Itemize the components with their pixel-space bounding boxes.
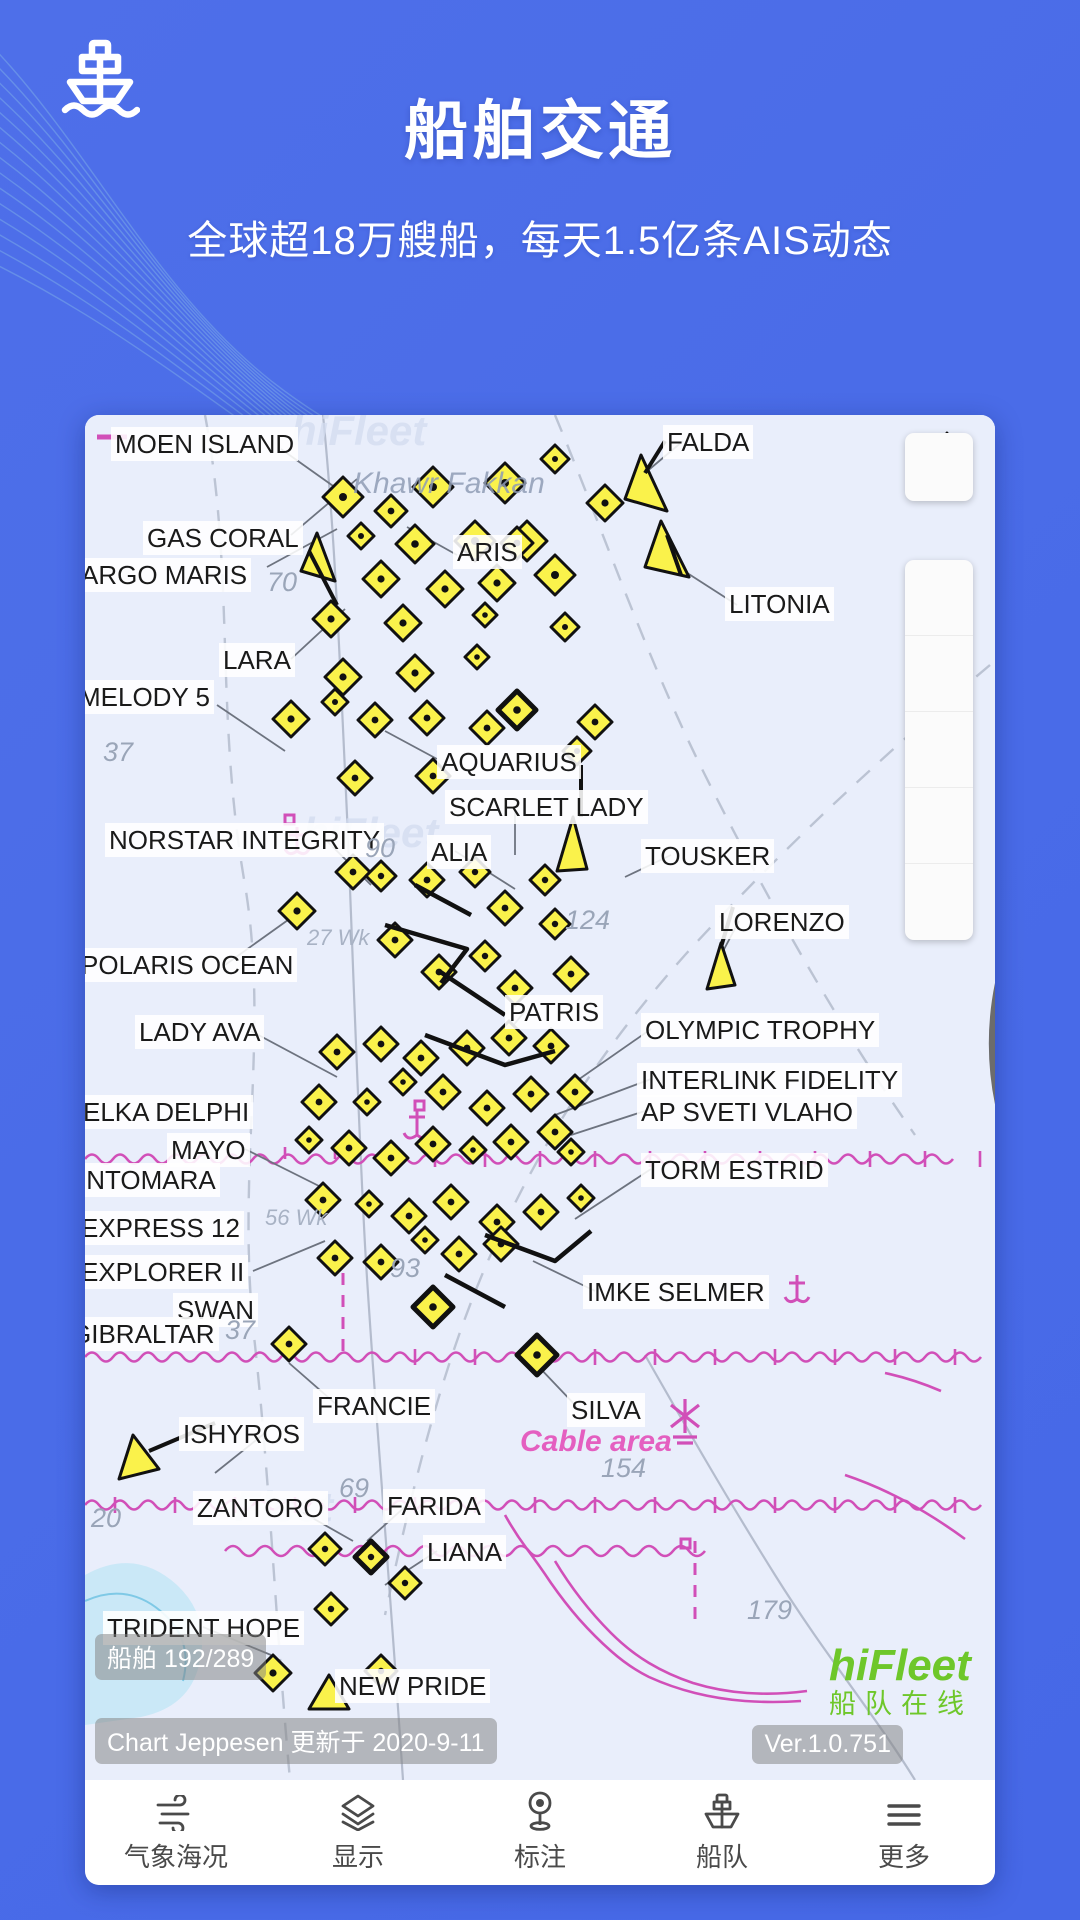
cable-area-label: Cable area xyxy=(520,1425,672,1458)
nav-item-more[interactable]: 更多 xyxy=(813,1791,995,1874)
vessel-name-label[interactable]: LITONIA xyxy=(725,587,834,621)
nav-label: 气象海况 xyxy=(123,1842,228,1872)
vessel-name-label[interactable]: LORENZO xyxy=(715,905,849,939)
depth-sounding: 124 xyxy=(565,905,611,935)
wind-wave-icon xyxy=(154,1791,198,1831)
chart-source-badge: Chart Jeppesen 更新于 2020-9-11 xyxy=(95,1718,497,1764)
map-watermark: hiFleet xyxy=(291,415,427,454)
vessel-name-label[interactable]: INTOMARA xyxy=(85,1163,220,1197)
bottom-navigation-bar: 气象海况 显示 标注 船队 更多 xyxy=(85,1780,995,1885)
fleet-ship-icon xyxy=(701,1791,743,1831)
vessel-name-label[interactable]: POLARIS OCEAN xyxy=(85,948,298,982)
vessel-name-label[interactable]: NEW PRIDE xyxy=(335,1669,491,1703)
hero-subtitle: 全球超18万艘船，每天1.5亿条AIS动态 xyxy=(187,219,893,263)
vessel-name-label[interactable]: LIANA xyxy=(423,1535,507,1569)
depth-sounding: 93 xyxy=(390,1253,421,1283)
vessel-name-label[interactable]: SCARLET LADY xyxy=(445,790,648,824)
depth-sounding: 90 xyxy=(365,833,396,863)
wreck-mark: 56 Wk xyxy=(265,1205,328,1230)
vessel-name-label[interactable]: SILVA xyxy=(567,1393,645,1427)
nav-item-fleet[interactable]: 船队 xyxy=(631,1791,813,1874)
vessel-name-label[interactable]: AQUARIUS xyxy=(437,745,581,779)
vessel-name-label[interactable]: MELODY 5 xyxy=(85,680,215,714)
minus-icon xyxy=(905,560,973,940)
vessel-name-label[interactable]: FRANCIE xyxy=(313,1389,436,1423)
vessel-name-label[interactable]: ZANTORO xyxy=(193,1491,328,1525)
map-zoom-out-button[interactable] xyxy=(905,864,973,940)
wreck-mark: 27 Wk xyxy=(307,925,370,950)
page-title: 船舶交通 xyxy=(404,95,676,167)
depth-sounding: 179 xyxy=(747,1595,793,1625)
vessel-name-label[interactable]: MOEN ISLAND xyxy=(111,427,299,461)
map-tool-stack xyxy=(905,560,973,940)
hero-section: 船舶交通 全球超18万艘船，每天1.5亿条AIS动态 xyxy=(0,0,1080,400)
app-screenshot-frame: hiFleet hiFleet Fleet Khawr Fakkan Cable… xyxy=(85,415,995,1885)
vessel-name-label[interactable]: IMKE SELMER xyxy=(583,1275,769,1309)
vessel-name-label[interactable]: ARGO MARIS xyxy=(85,558,252,592)
vessel-name-label[interactable]: EXPRESS 12 xyxy=(85,1211,244,1245)
depth-sounding: 69 xyxy=(339,1473,370,1503)
vessel-name-label[interactable]: EXPLORER II xyxy=(85,1255,249,1289)
nav-label: 船队 xyxy=(695,1842,748,1872)
layers-icon xyxy=(338,1791,378,1831)
nav-label: 显示 xyxy=(331,1842,384,1872)
vessel-name-label[interactable]: OLYMPIC TROPHY xyxy=(641,1013,880,1047)
hamburger-menu-icon xyxy=(884,1791,924,1831)
nav-item-display[interactable]: 显示 xyxy=(267,1791,449,1874)
vessel-name-label[interactable]: TORM ESTRID xyxy=(641,1153,828,1187)
vessel-name-label[interactable]: PATRIS xyxy=(505,995,604,1029)
vessel-name-label[interactable]: GAS CORAL xyxy=(143,521,303,555)
vessel-name-label[interactable]: FARIDA xyxy=(383,1489,485,1523)
vessel-name-label[interactable]: LADY AVA xyxy=(135,1015,265,1049)
map-search-button[interactable] xyxy=(905,433,995,1104)
chart-area-name: Khawr Fakkan xyxy=(353,467,545,500)
vessel-name-label[interactable]: INTERLINK FIDELITY xyxy=(637,1063,903,1097)
version-badge: Ver.1.0.751 xyxy=(752,1725,903,1764)
vessel-name-label[interactable]: AP SVETI VLAHO xyxy=(637,1095,857,1129)
depth-sounding: 37 xyxy=(225,1315,256,1345)
depth-sounding: 154 xyxy=(601,1453,647,1483)
nav-item-annotation[interactable]: 标注 xyxy=(449,1791,631,1874)
vessel-name-label[interactable]: FALDA xyxy=(663,425,754,459)
vessel-name-label[interactable]: ARIS xyxy=(453,535,522,569)
vessel-name-label[interactable]: ISHYROS xyxy=(179,1417,305,1451)
nautical-chart-map[interactable]: hiFleet hiFleet Fleet Khawr Fakkan Cable… xyxy=(85,415,995,1780)
vessel-name-label[interactable]: ALIA xyxy=(427,835,492,869)
nav-item-weather[interactable]: 气象海况 xyxy=(85,1791,267,1874)
vessel-name-label[interactable]: NORSTAR INTEGRITY xyxy=(105,823,385,857)
marker-pin-icon xyxy=(523,1791,557,1831)
vessel-name-label[interactable]: LARA xyxy=(219,643,295,677)
nav-label: 更多 xyxy=(877,1842,930,1872)
depth-sounding: 20 xyxy=(91,1503,122,1533)
vessel-name-label[interactable]: TOUSKER xyxy=(641,839,775,873)
vessel-name-label[interactable]: GIBRALTAR xyxy=(85,1317,219,1351)
vessel-count-badge: 船舶 192/289 xyxy=(95,1634,267,1680)
vessel-name-label[interactable]: ELKA DELPHI xyxy=(85,1095,254,1129)
depth-sounding: 70 xyxy=(267,567,298,597)
nav-label: 标注 xyxy=(513,1842,566,1872)
vessel-name-label[interactable]: MAYO xyxy=(167,1133,250,1167)
depth-sounding: 37 xyxy=(103,737,134,767)
